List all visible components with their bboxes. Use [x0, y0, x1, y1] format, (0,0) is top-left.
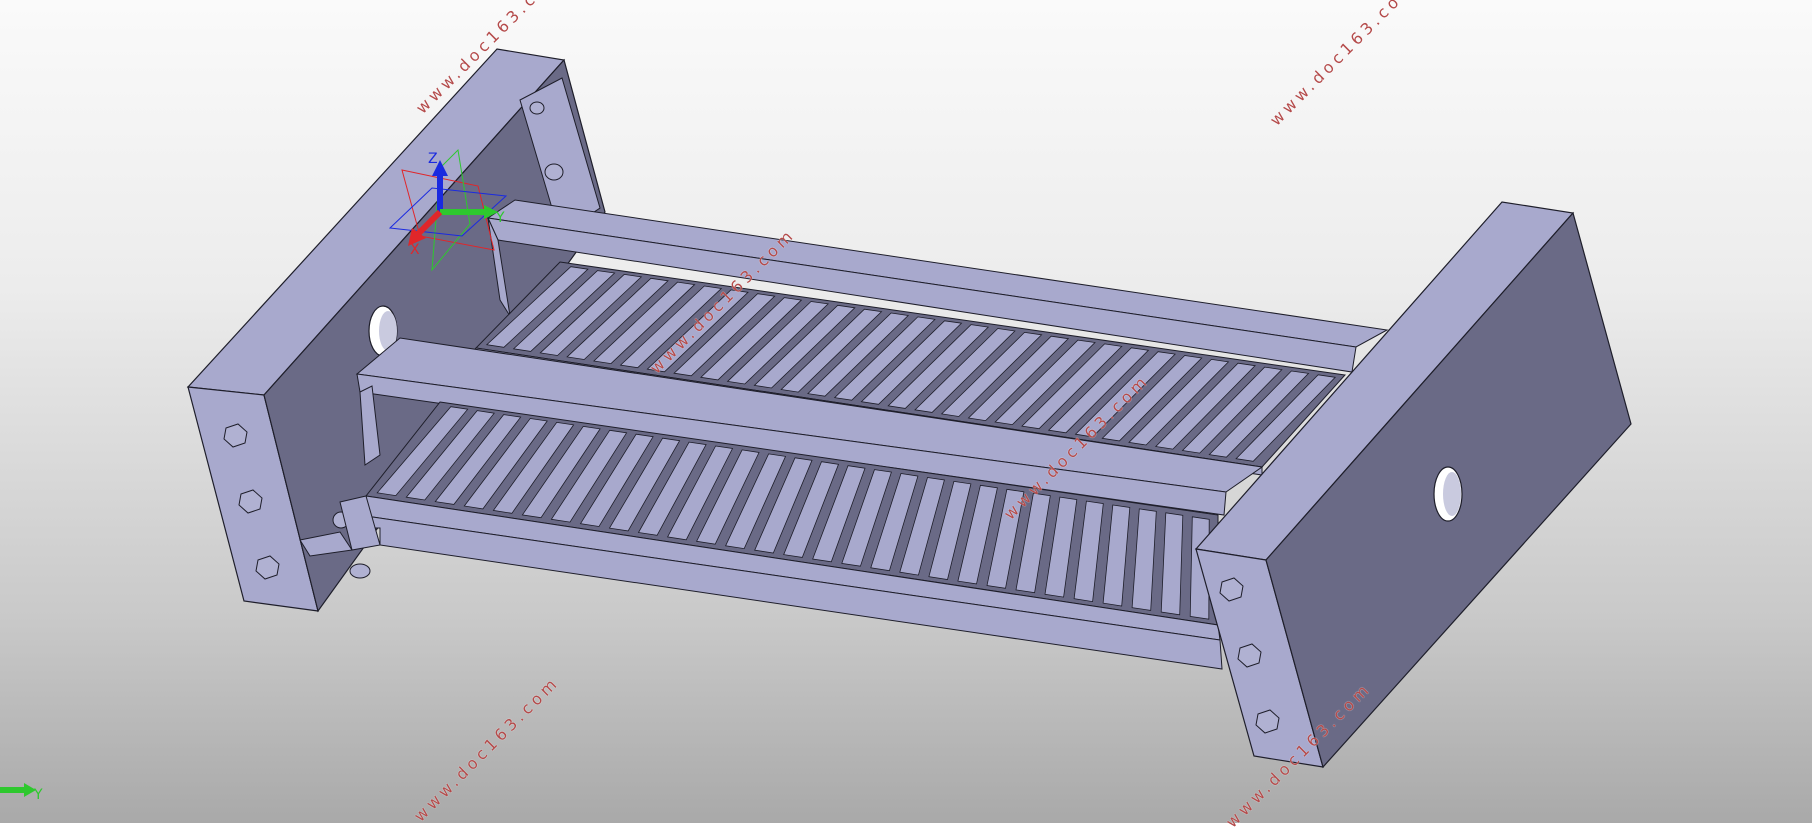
bolt-head: [544, 163, 564, 181]
cad-viewport[interactable]: Z Y X Y www.doc163.com www.doc163.com ww…: [0, 0, 1812, 831]
right-end-plate[interactable]: [1194, 201, 1632, 769]
triad-x-label: X: [410, 242, 420, 258]
view-y-label: Y: [33, 787, 43, 803]
bolt-head: [529, 101, 545, 115]
triad-z-label: Z: [428, 151, 438, 167]
bolt-head: [349, 563, 371, 579]
triad-y-label: Y: [495, 210, 505, 226]
view-orientation-indicator[interactable]: Y: [0, 783, 43, 803]
cad-scene[interactable]: Z Y X Y: [0, 0, 1812, 823]
right-plate-hole-inner: [1443, 472, 1461, 516]
